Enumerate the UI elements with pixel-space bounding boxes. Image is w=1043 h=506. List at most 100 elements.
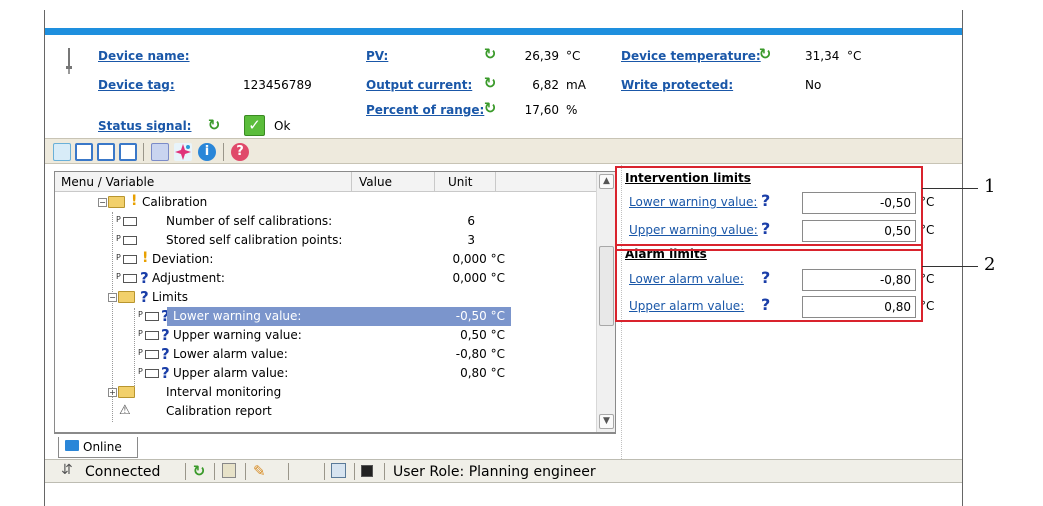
scroll-up-button[interactable]: ▲	[599, 174, 614, 189]
parameter-icon	[123, 255, 137, 264]
report-icon: ⚠	[119, 403, 131, 418]
tree-label: Number of self calibrations:	[166, 214, 333, 228]
parameter-icon	[123, 217, 137, 226]
tree-row-upper-alarm[interactable]: P ? Upper alarm value: 0,80 °C	[55, 364, 596, 383]
help-icon[interactable]: ?	[231, 143, 249, 161]
stop-icon[interactable]	[361, 465, 373, 477]
scroll-thumb[interactable]	[599, 246, 614, 326]
write-protected-link[interactable]: Write protected:	[621, 78, 733, 92]
tree-scrollbar[interactable]: ▲ ▼	[596, 172, 615, 432]
question-icon: ?	[161, 345, 170, 363]
device-header: Device name: Device tag: 123456789 Statu…	[45, 35, 962, 137]
tools-icon[interactable]	[151, 143, 169, 161]
tree-row-stored-points[interactable]: P Stored self calibration points: 3	[55, 231, 596, 250]
device-temperature-unit: °C	[847, 49, 862, 63]
tree-value: 0,000 °C	[452, 252, 505, 266]
pv-value: 26,39	[524, 49, 559, 63]
tree-value: 0,000 °C	[452, 271, 505, 285]
connection-status: Connected	[85, 464, 161, 480]
online-icon	[65, 440, 79, 451]
layout-split-icon[interactable]	[97, 143, 115, 161]
tree-row-adjustment[interactable]: P ? Adjustment: 0,000 °C	[55, 269, 596, 288]
refresh-icon[interactable]: ↻	[191, 463, 207, 479]
network-icon[interactable]	[331, 463, 346, 478]
info-icon[interactable]: i	[198, 143, 216, 161]
tree-label: Limits	[152, 290, 188, 304]
tree-header: Menu / Variable Value Unit	[55, 172, 596, 192]
percent-range-link[interactable]: Percent of range:	[366, 103, 484, 117]
pv-link[interactable]: PV:	[366, 49, 388, 63]
status-bar: ⇵ Connected ↻ ✎ User Role: Planning engi…	[45, 459, 962, 483]
device-tag-link[interactable]: Device tag:	[98, 78, 175, 92]
tree-value: 3	[467, 233, 475, 247]
pv-unit: °C	[566, 49, 581, 63]
layout-icon[interactable]	[75, 143, 93, 161]
folder-icon	[118, 291, 135, 303]
callout-line-1	[922, 188, 978, 189]
tree-row-calibration[interactable]: − ! Calibration	[55, 193, 596, 212]
column-unit[interactable]: Unit	[448, 175, 472, 189]
status-signal-link[interactable]: Status signal:	[98, 119, 191, 133]
question-icon: ?	[161, 326, 170, 344]
tab-online[interactable]: Online	[58, 437, 138, 458]
tree-row-deviation[interactable]: P ! Deviation: 0,000 °C	[55, 250, 596, 269]
question-icon: ?	[161, 364, 170, 382]
column-value[interactable]: Value	[359, 175, 392, 189]
column-menu-variable[interactable]: Menu / Variable	[61, 175, 154, 189]
refresh-icon[interactable]: ↻	[482, 46, 498, 62]
tree-row-lower-alarm[interactable]: P ? Lower alarm value: -0,80 °C	[55, 345, 596, 364]
question-icon: ?	[140, 288, 149, 306]
folder-icon	[108, 196, 125, 208]
sparkle-icon[interactable]	[174, 143, 192, 161]
callout-box-2	[615, 244, 923, 322]
user-icon[interactable]	[222, 463, 236, 478]
pencil-icon[interactable]: ✎	[253, 462, 266, 480]
title-accent-bar	[45, 28, 962, 35]
tree-row-self-calibrations[interactable]: P Number of self calibrations: 6	[55, 212, 596, 231]
scroll-down-button[interactable]: ▼	[599, 414, 614, 429]
write-protected-value: No	[805, 78, 822, 92]
tree-label: Interval monitoring	[166, 385, 282, 399]
parameter-icon	[145, 312, 159, 321]
parameter-icon	[145, 350, 159, 359]
layout-panel-icon[interactable]	[119, 143, 137, 161]
percent-range-value: 17,60	[524, 103, 559, 117]
tree-value: 0,50 °C	[460, 328, 505, 342]
tab-online-label: Online	[83, 440, 122, 454]
device-temperature-link[interactable]: Device temperature:	[621, 49, 761, 63]
tree-value: -0,80 °C	[455, 347, 505, 361]
tree-row-upper-warning[interactable]: P ? Upper warning value: 0,50 °C	[55, 326, 596, 345]
parameter-icon	[123, 236, 137, 245]
percent-range-unit: %	[566, 103, 578, 117]
parameter-icon	[145, 369, 159, 378]
device-tag-value: 123456789	[243, 78, 312, 92]
refresh-icon[interactable]: ↻	[757, 46, 773, 62]
tree-label: Lower warning value:	[173, 309, 302, 323]
home-icon[interactable]	[53, 143, 71, 161]
device-name-link[interactable]: Device name:	[98, 49, 190, 63]
tree-row-lower-warning[interactable]: P ? Lower warning value: -0,50 °C	[55, 307, 596, 326]
refresh-icon[interactable]: ↻	[482, 100, 498, 116]
output-current-link[interactable]: Output current:	[366, 78, 472, 92]
tree-row-limits[interactable]: − ? Limits	[55, 288, 596, 307]
question-icon: ?	[140, 269, 149, 287]
refresh-icon[interactable]: ↻	[206, 117, 222, 133]
tree-row-calibration-report[interactable]: ⚠ Calibration report	[55, 402, 596, 421]
warning-icon: !	[131, 193, 138, 209]
tree-row-interval-monitoring[interactable]: + Interval monitoring	[55, 383, 596, 402]
callout-line-2	[922, 266, 978, 267]
connected-icon: ⇵	[61, 462, 73, 478]
refresh-icon[interactable]: ↻	[482, 75, 498, 91]
output-current-value: 6,82	[532, 78, 559, 92]
application-frame: Device name: Device tag: 123456789 Statu…	[44, 10, 963, 506]
tree-value: 6	[467, 214, 475, 228]
tree-value: -0,50 °C	[455, 309, 505, 323]
tree-label: Calibration	[142, 195, 208, 209]
warning-icon: !	[142, 250, 149, 266]
tree-value: 0,80 °C	[460, 366, 505, 380]
tree-label: Lower alarm value:	[173, 347, 288, 361]
tab-bar: Online	[54, 433, 616, 459]
tree-label: Stored self calibration points:	[166, 233, 343, 247]
tree-label: Deviation:	[152, 252, 214, 266]
tree-label: Upper alarm value:	[173, 366, 289, 380]
